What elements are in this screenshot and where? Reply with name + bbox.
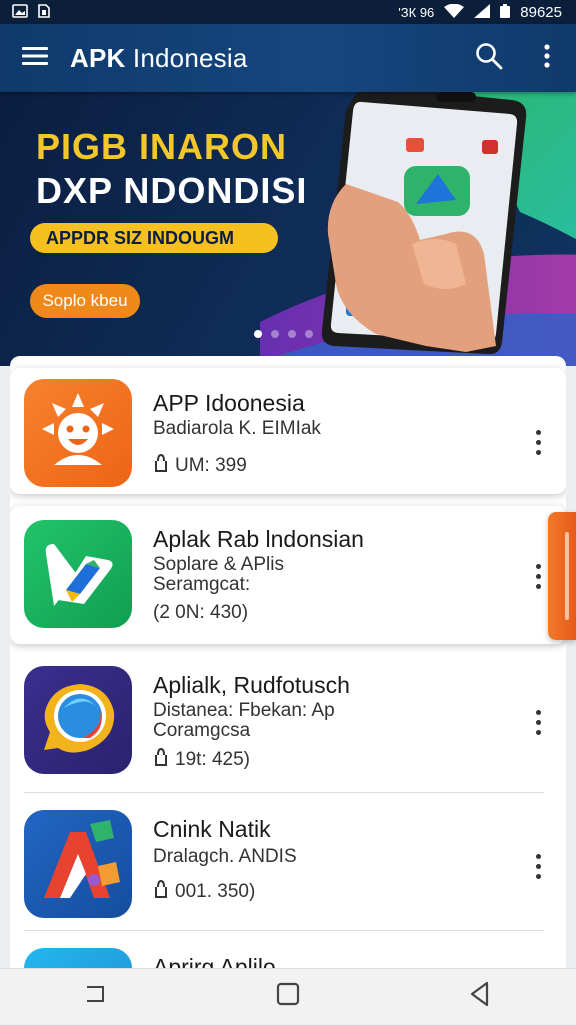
- app-name: Cnink Natik: [153, 816, 271, 842]
- app-developer: Badiarola K. EIMIak: [153, 418, 321, 439]
- app-developer: Dralagch. ANDIS: [153, 846, 297, 867]
- scrollbar-handle[interactable]: [548, 512, 576, 640]
- app-title-bold: APK: [70, 42, 126, 73]
- app-size-label: 001. 350): [175, 881, 256, 902]
- carousel-dot-1[interactable]: [254, 330, 262, 338]
- app-title-rest: Indonesia: [125, 42, 248, 73]
- app-icon-cyan: [24, 948, 132, 968]
- chat-globe-icon: [44, 684, 115, 753]
- banner-tagline: APPDR SIZ INDOUGM: [30, 223, 278, 253]
- menu-button[interactable]: [0, 24, 70, 92]
- play-triangle-icon: [45, 544, 113, 606]
- list-divider: [24, 792, 544, 793]
- sun-face-icon: [42, 393, 114, 465]
- app-name: APP Idoonesia: [153, 390, 305, 416]
- app-size-label: (2 0N: 430): [153, 602, 249, 623]
- item-more-button[interactable]: [526, 422, 550, 462]
- app-list: APP Idoonesia Badiarola K. EIMIak UM: 39…: [10, 356, 566, 968]
- banner-cta-button[interactable]: Soplo kbeu: [30, 284, 140, 318]
- download-icon: [153, 747, 169, 772]
- back-icon: [469, 981, 491, 1012]
- list-item[interactable]: Aplak Rab lndonsian Soplare & APlis Sera…: [10, 506, 566, 644]
- list-item[interactable]: Aplialk, Rudfotusch Distanea: Fbekan: Ap…: [10, 652, 566, 792]
- carousel-dot-2[interactable]: [271, 330, 279, 338]
- app-size-label: 19t: 425): [175, 749, 250, 770]
- menu-icon: [22, 46, 48, 71]
- app-category: Seramgcat:: [153, 574, 251, 595]
- list-item[interactable]: Aprirg Aplilo: [10, 936, 566, 968]
- app-size: (2 0N: 430): [153, 602, 248, 624]
- search-button[interactable]: [460, 24, 518, 92]
- banner-headline-1: PIGB INARON: [36, 126, 288, 167]
- app-icon-blue: [24, 810, 132, 918]
- app-name: Aplak Rab lndonsian: [153, 526, 364, 552]
- carousel-dot-4[interactable]: [305, 330, 313, 338]
- status-bar: 'ЗК 96 89625: [0, 0, 576, 24]
- home-button[interactable]: [258, 969, 318, 1025]
- wifi-icon: [444, 3, 465, 20]
- list-item[interactable]: APP Idoonesia Badiarola K. EIMIak UM: 39…: [10, 368, 566, 494]
- download-icon: [153, 453, 169, 478]
- app-icon-orange: [24, 379, 132, 487]
- list-item[interactable]: Cnink Natik Dralagch. ANDIS 001. 350): [10, 796, 566, 930]
- list-divider: [24, 930, 544, 931]
- app-bar: APK Indonesia: [0, 24, 576, 92]
- carousel-indicator: [254, 330, 313, 338]
- app-name: Aprirg Aplilo: [153, 954, 276, 968]
- carousel-dot-3[interactable]: [288, 330, 296, 338]
- app-name: Aplialk, Rudfotusch: [153, 672, 350, 698]
- home-icon: [276, 982, 300, 1011]
- promo-banner[interactable]: PIGB INARON DXP NDONDISI APPDR SIZ INDOU…: [0, 92, 576, 366]
- sim-notification-icon: [38, 4, 50, 20]
- app-developer: Soplare & APlis: [153, 554, 284, 575]
- image-notification-icon: [12, 4, 28, 20]
- download-icon: [153, 879, 169, 904]
- app-size: 19t: 425): [153, 747, 250, 772]
- app-size: 001. 350): [153, 879, 256, 904]
- overflow-menu-button[interactable]: [518, 24, 576, 92]
- app-size: UM: 399: [153, 453, 247, 478]
- letter-a-icon: [44, 820, 120, 898]
- item-more-button[interactable]: [526, 556, 550, 596]
- battery-icon: [500, 4, 511, 20]
- item-more-button[interactable]: [526, 846, 550, 886]
- back-button[interactable]: [450, 969, 510, 1025]
- app-title: APK Indonesia: [70, 43, 460, 74]
- more-vert-icon: [543, 43, 551, 73]
- banner-headline-2: DXP NDONDISI: [36, 170, 308, 211]
- app-size-label: UM: 399: [175, 455, 247, 476]
- item-more-button[interactable]: [526, 702, 550, 742]
- recent-apps-button[interactable]: [66, 969, 126, 1025]
- search-icon: [475, 42, 503, 75]
- app-icon-green: [24, 520, 132, 628]
- signal-icon: [474, 4, 491, 20]
- app-developer: Distanea: Fbekan: Ap: [153, 700, 335, 721]
- network-label: 'ЗК 96: [398, 4, 435, 20]
- recent-apps-icon: [85, 985, 107, 1008]
- app-icon-purple: [24, 666, 132, 774]
- app-category: Coramgcsa: [153, 720, 251, 741]
- system-nav-bar: [0, 968, 576, 1024]
- status-time: 89625: [520, 3, 562, 21]
- phone-illustration: [321, 92, 527, 354]
